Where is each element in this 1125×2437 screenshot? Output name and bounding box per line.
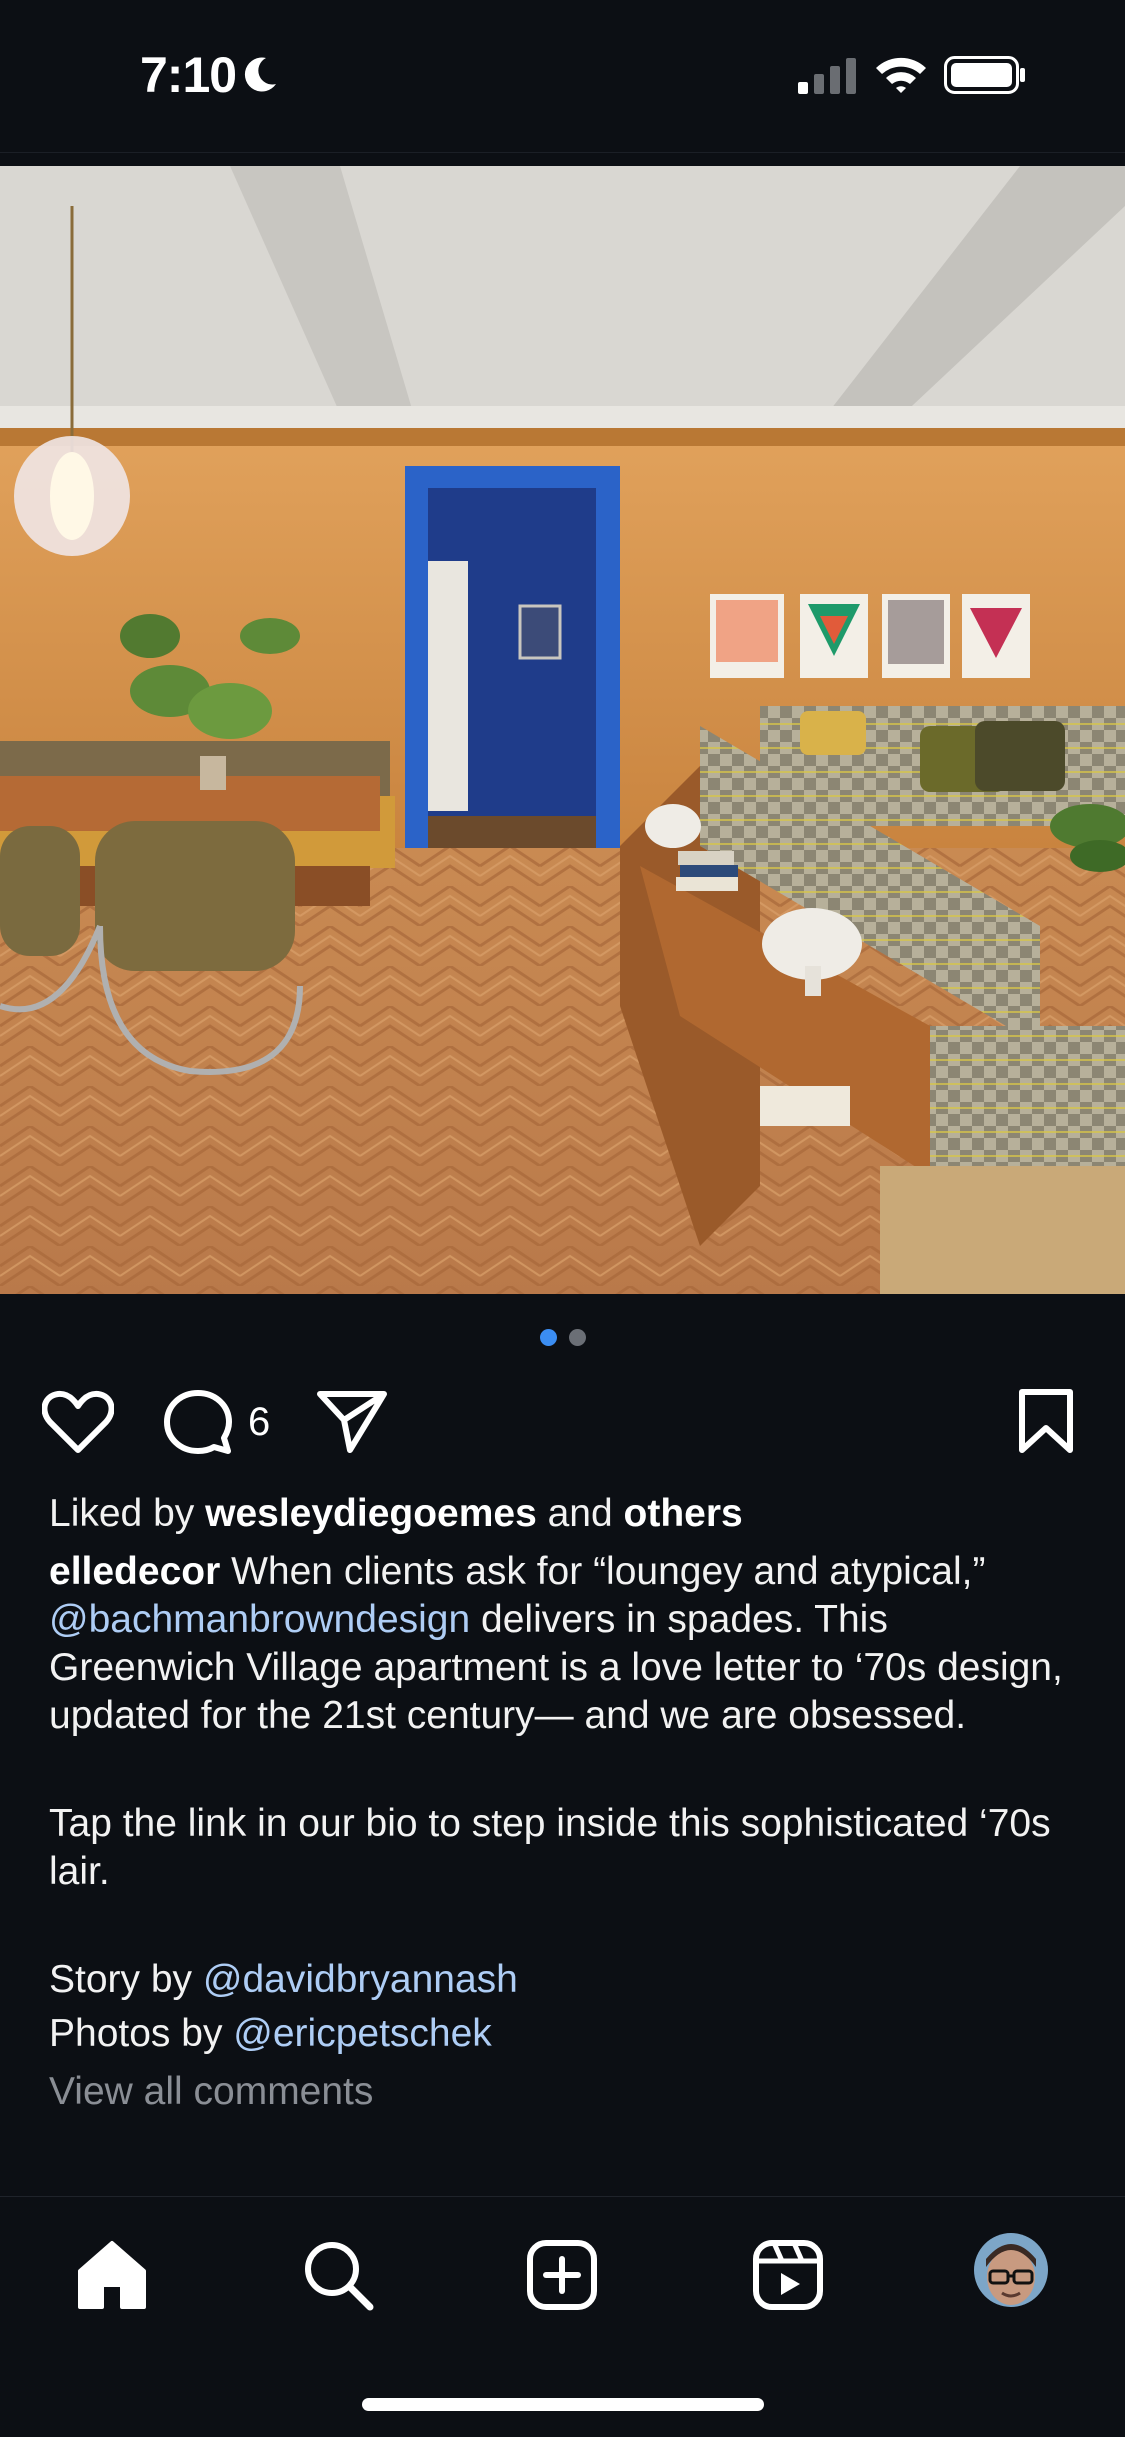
post-actions: 6 <box>0 1382 1125 1462</box>
liked-by-others-link[interactable]: others <box>624 1492 743 1535</box>
status-bar: 7:10 <box>0 0 1125 153</box>
paper-plane-icon[interactable] <box>316 1388 388 1454</box>
story-credit-label: Story by <box>49 1958 203 2001</box>
carousel-dot-active <box>539 1329 557 1346</box>
post-photo[interactable] <box>0 166 1125 1294</box>
home-indicator <box>362 2398 764 2411</box>
post-caption: Liked by wesleydiegoemes and others elle… <box>49 1490 1079 2116</box>
moon-icon <box>244 57 276 92</box>
caption-body: elledecor When clients ask for “loungey … <box>49 1548 1079 1740</box>
plus-square-icon[interactable] <box>522 2235 602 2315</box>
liked-by-middle: and <box>536 1492 624 1535</box>
story-credit: Story by @davidbryannash <box>49 1956 1079 2004</box>
liked-by-prefix: Liked by <box>49 1492 206 1535</box>
profile-avatar[interactable] <box>974 2233 1048 2307</box>
photos-credit-label: Photos by <box>49 2012 234 2055</box>
carousel-indicator <box>0 1329 1125 1347</box>
photos-credit: Photos by @ericpetschek <box>49 2010 1079 2058</box>
caption-text-1: When clients ask for “loungey and atypic… <box>220 1550 986 1593</box>
status-time: 7:10 <box>140 47 237 103</box>
comment-count: 6 <box>248 1400 271 1444</box>
photos-credit-mention[interactable]: @ericpetschek <box>233 2012 492 2055</box>
liked-by-line: Liked by wesleydiegoemes and others <box>49 1490 1079 1538</box>
cellular-signal-icon <box>798 58 856 94</box>
story-credit-mention[interactable]: @davidbryannash <box>203 1958 518 2001</box>
reels-icon[interactable] <box>748 2235 828 2315</box>
wifi-icon <box>876 57 926 93</box>
search-icon[interactable] <box>298 2235 378 2315</box>
heart-icon[interactable] <box>42 1390 114 1454</box>
comment-bubble-icon[interactable] <box>162 1388 234 1456</box>
home-icon[interactable] <box>72 2235 152 2315</box>
mention-link[interactable]: @bachmanbrowndesign <box>49 1598 470 1641</box>
bookmark-icon[interactable] <box>1016 1388 1076 1454</box>
caption-username[interactable]: elledecor <box>49 1550 220 1593</box>
view-all-comments-link[interactable]: View all comments <box>49 2068 1079 2116</box>
carousel-dot <box>568 1329 586 1346</box>
liked-by-user-link[interactable]: wesleydiegoemes <box>205 1492 537 1535</box>
caption-paragraph-2: Tap the link in our bio to step inside t… <box>49 1802 1051 1893</box>
battery-icon <box>944 56 1025 94</box>
